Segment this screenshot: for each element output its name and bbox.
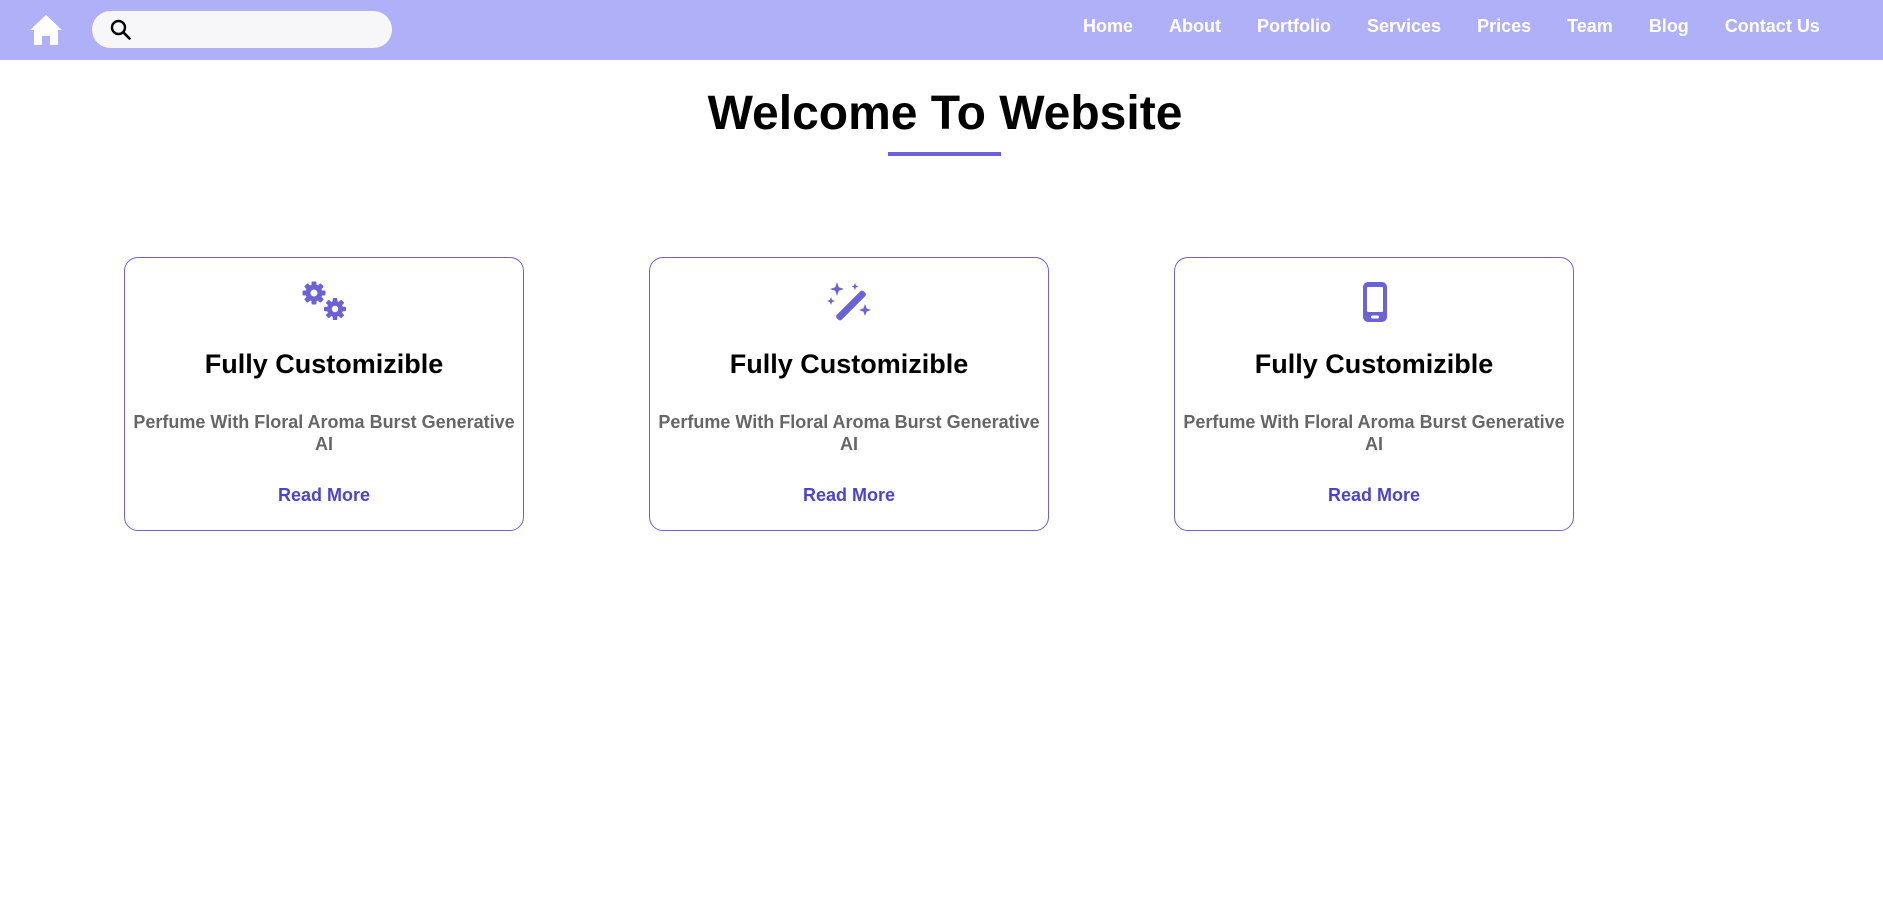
search-icon[interactable] [110,19,131,40]
nav-links: Home About Portfolio Services Prices Tea… [1083,17,1820,43]
read-more-link[interactable]: Read More [1175,484,1573,506]
search-input[interactable] [140,17,380,42]
card-title: Fully Customizible [729,349,969,379]
read-more-link[interactable]: Read More [650,484,1048,506]
search-box[interactable] [92,11,392,48]
home-icon[interactable] [28,13,64,47]
feature-card: Fully Customizible Perfume With Floral A… [124,257,524,531]
mobile-phone-icon [1363,282,1387,322]
magic-wand-icon [827,282,871,321]
page-title: Welcome To Website [707,87,1183,140]
nav-link-team[interactable]: Team [1567,17,1613,43]
gears-icon [302,281,346,320]
card-title: Fully Customizible [204,349,444,379]
feature-card: Fully Customizible Perfume With Floral A… [649,257,1049,531]
nav-link-blog[interactable]: Blog [1649,17,1689,43]
nav-link-home[interactable]: Home [1083,17,1133,43]
nav-link-prices[interactable]: Prices [1477,17,1531,43]
card-description: Perfume With Floral Aroma Burst Generati… [133,412,515,454]
top-navbar: Home About Portfolio Services Prices Tea… [0,0,1883,60]
read-more-link[interactable]: Read More [125,484,523,506]
card-description: Perfume With Floral Aroma Burst Generati… [1183,412,1565,454]
feature-card: Fully Customizible Perfume With Floral A… [1174,257,1574,531]
nav-link-portfolio[interactable]: Portfolio [1257,17,1331,43]
title-underline [888,152,1001,156]
card-description: Perfume With Floral Aroma Burst Generati… [658,412,1040,454]
nav-link-services[interactable]: Services [1367,17,1441,43]
card-title: Fully Customizible [1254,349,1494,379]
nav-link-contact-us[interactable]: Contact Us [1725,17,1820,43]
nav-link-about[interactable]: About [1169,17,1221,43]
